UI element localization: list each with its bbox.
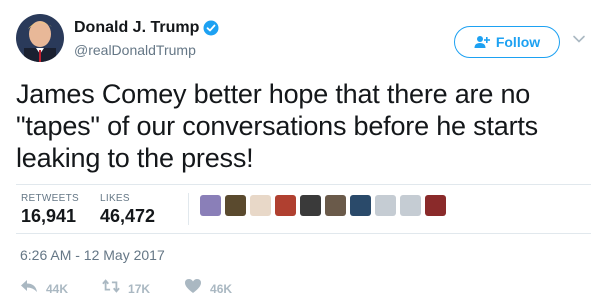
follow-button-label: Follow: [495, 34, 541, 50]
tweet-text-line: James Comey better hope that there are n…: [16, 79, 531, 109]
liker-avatar[interactable]: [400, 195, 421, 216]
tweet-timestamp[interactable]: 6:26 AM - 12 May 2017: [20, 247, 165, 263]
follow-button[interactable]: Follow: [454, 26, 560, 58]
tweet-actions: 44K 17K 46K: [20, 278, 266, 299]
like-count: 46K: [210, 281, 233, 296]
liker-avatar[interactable]: [275, 195, 296, 216]
stats-divider: [188, 193, 189, 225]
liker-avatars: [200, 195, 446, 216]
retweet-count: 17K: [128, 281, 151, 296]
tweet-header: Donald J. Trump @realDonaldTrump Follow: [16, 14, 591, 66]
reply-button[interactable]: 44K: [20, 278, 68, 299]
reply-count: 44K: [46, 281, 69, 296]
liker-avatar[interactable]: [250, 195, 271, 216]
retweets-stat[interactable]: RETWEETS 16,941: [21, 193, 79, 227]
liker-avatar[interactable]: [375, 195, 396, 216]
liker-avatar[interactable]: [200, 195, 221, 216]
likes-value: 46,472: [100, 206, 156, 226]
user-full-name[interactable]: Donald J. Trump: [74, 19, 199, 37]
like-button[interactable]: 46K: [184, 278, 232, 299]
user-handle[interactable]: @realDonaldTrump: [74, 42, 219, 58]
verified-badge-icon: [203, 20, 219, 36]
liker-avatar[interactable]: [325, 195, 346, 216]
retweet-icon: [102, 278, 120, 299]
liker-avatar[interactable]: [425, 195, 446, 216]
likes-label: LIKES: [100, 193, 130, 204]
retweets-label: RETWEETS: [21, 193, 79, 204]
tweet-text-line: leaking to the press!: [16, 143, 254, 173]
tweet-stats: RETWEETS 16,941 LIKES 46,472: [16, 184, 591, 234]
heart-icon: [184, 278, 202, 299]
retweets-value: 16,941: [21, 206, 77, 226]
user-names: Donald J. Trump @realDonaldTrump: [74, 18, 219, 58]
retweet-button[interactable]: 17K: [102, 278, 150, 299]
reply-icon: [20, 278, 38, 299]
avatar[interactable]: [16, 14, 64, 62]
chevron-down-icon[interactable]: [572, 32, 586, 46]
liker-avatar[interactable]: [300, 195, 321, 216]
add-user-icon: [474, 35, 490, 49]
tweet-text: James Comey better hope that there are n…: [16, 78, 596, 174]
liker-avatar[interactable]: [225, 195, 246, 216]
tweet-text-line: "tapes" of our conversations before he s…: [16, 111, 538, 141]
liker-avatar[interactable]: [350, 195, 371, 216]
likes-stat[interactable]: LIKES 46,472: [100, 193, 155, 227]
